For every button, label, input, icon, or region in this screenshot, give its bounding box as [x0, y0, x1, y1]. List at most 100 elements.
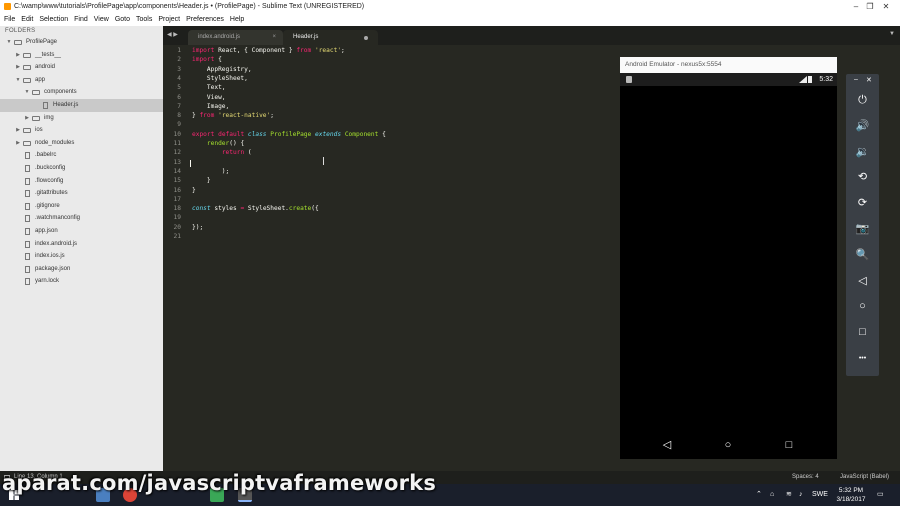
menu-goto[interactable]: Goto: [112, 14, 133, 26]
android-home-icon[interactable]: ○: [720, 437, 736, 453]
file-icon: [25, 227, 30, 235]
expanded-arrow-icon[interactable]: ▼: [15, 74, 21, 87]
code-token: default: [218, 130, 245, 138]
power-icon[interactable]: ⏻: [854, 92, 871, 109]
tree-file[interactable]: .buckconfig: [0, 162, 163, 175]
tree-file[interactable]: index.ios.js: [0, 250, 163, 263]
tree-file[interactable]: Header.js: [0, 98, 163, 112]
more-icon[interactable]: •••: [854, 350, 871, 367]
emulator-close-button[interactable]: ✕: [866, 76, 872, 84]
code-line: AppRegistry,: [192, 66, 252, 73]
tree-file[interactable]: yarn.lock: [0, 275, 163, 288]
tree-file[interactable]: index.android.js: [0, 238, 163, 251]
android-back-icon[interactable]: ◁: [659, 437, 675, 453]
volume-icon[interactable]: ♪: [799, 484, 803, 506]
menu-preferences[interactable]: Preferences: [183, 14, 227, 26]
back-icon[interactable]: ◁: [854, 273, 871, 290]
tree-folder[interactable]: ▶ ios: [0, 124, 163, 137]
menu-tools[interactable]: Tools: [133, 14, 155, 26]
folder-icon: [23, 140, 31, 146]
rotate-left-icon[interactable]: ⟲: [854, 169, 871, 186]
tree-folder[interactable]: ▼ app: [0, 74, 163, 87]
tree-folder[interactable]: ▶ __tests__: [0, 49, 163, 62]
unsaved-dot-icon[interactable]: [364, 36, 368, 40]
collapsed-arrow-icon[interactable]: ▶: [15, 61, 21, 74]
code-token: () {: [229, 140, 245, 147]
watermark: aparat.com/javascriptvaframeworks: [2, 471, 437, 495]
line-number: 11: [173, 140, 181, 147]
code-token: View,: [192, 93, 226, 101]
code-editor[interactable]: 1 import React, { Component } from 'react…: [163, 45, 620, 471]
zoom-icon[interactable]: 🔍: [854, 247, 871, 264]
collapsed-arrow-icon[interactable]: ▶: [15, 124, 21, 137]
code-line: render() {: [192, 140, 244, 147]
home-icon[interactable]: ○: [854, 298, 871, 315]
line-number: 18: [173, 205, 181, 213]
network-icon[interactable]: ⌂: [770, 484, 774, 506]
emulator-title: Android Emulator - nexus5x:5554: [620, 57, 837, 73]
tab-dropdown-icon[interactable]: ▼: [889, 31, 895, 37]
tray-chevron-icon[interactable]: ⌃: [756, 484, 762, 506]
android-status-bar: 5:32: [620, 73, 837, 86]
tree-file[interactable]: .gitattributes: [0, 187, 163, 200]
expanded-arrow-icon[interactable]: ▼: [6, 36, 12, 49]
menu-find[interactable]: Find: [71, 14, 91, 26]
code-token: }: [192, 186, 196, 194]
taskbar-clock[interactable]: 5:32 PM 3/18/2017: [836, 486, 866, 504]
tree-file[interactable]: app.json: [0, 225, 163, 238]
menu-project[interactable]: Project: [155, 14, 183, 26]
menu-selection[interactable]: Selection: [36, 14, 71, 26]
line-number: 9: [177, 121, 181, 129]
line-number: 6: [177, 93, 181, 101]
wifi-icon[interactable]: ≋: [786, 484, 792, 506]
overview-icon[interactable]: □: [854, 324, 871, 341]
volume-down-icon[interactable]: 🔉: [854, 144, 871, 161]
line-number: 2: [177, 56, 181, 64]
volume-up-icon[interactable]: 🔊: [854, 118, 871, 135]
collapsed-arrow-icon[interactable]: ▶: [15, 49, 21, 62]
tree-folder[interactable]: ▶ img: [0, 112, 163, 125]
camera-icon[interactable]: 📷: [854, 221, 871, 238]
expanded-arrow-icon[interactable]: ▼: [24, 86, 30, 99]
menu-help[interactable]: Help: [227, 14, 247, 26]
tree-file[interactable]: package.json: [0, 263, 163, 276]
tab-header-js[interactable]: Header.js: [283, 30, 378, 45]
notification-icon[interactable]: ▭: [877, 484, 884, 506]
tree-folder[interactable]: ▶ node_modules: [0, 137, 163, 150]
menu-file[interactable]: File: [0, 14, 18, 26]
code-line: import React, { Component } from 'react'…: [192, 47, 345, 54]
tree-folder[interactable]: ▼ ProfilePage: [0, 36, 163, 49]
tab-scroll-arrows[interactable]: ◀ ▶: [167, 31, 178, 38]
android-emulator-screen[interactable]: Android Emulator - nexus5x:5554 5:32 ◁ ○…: [620, 57, 837, 459]
folders-header: FOLDERS: [5, 28, 36, 34]
tree-item-label: .flowconfig: [35, 177, 64, 184]
tree-file[interactable]: .gitignore: [0, 200, 163, 213]
code-token: (: [244, 149, 252, 157]
clock-time: 5:32 PM: [838, 487, 864, 494]
line-number: 5: [177, 84, 181, 92]
indentation-setting[interactable]: Spaces: 4: [792, 471, 819, 484]
rotate-right-icon[interactable]: ⟳: [854, 195, 871, 212]
emulator-minimize-button[interactable]: –: [854, 76, 858, 83]
tree-folder[interactable]: ▼ components: [0, 86, 163, 99]
file-icon: [25, 265, 30, 273]
collapsed-arrow-icon[interactable]: ▶: [24, 112, 30, 125]
tree-file[interactable]: .babelrc: [0, 149, 163, 162]
tree-file[interactable]: .watchmanconfig: [0, 212, 163, 225]
menu-view[interactable]: View: [91, 14, 112, 26]
tab-index-android[interactable]: index.android.js ×: [188, 30, 283, 45]
code-line: });: [192, 224, 203, 231]
input-language[interactable]: SWE: [812, 484, 828, 506]
android-recents-icon[interactable]: □: [781, 437, 797, 453]
collapsed-arrow-icon[interactable]: ▶: [15, 137, 21, 150]
tree-file[interactable]: .flowconfig: [0, 175, 163, 188]
menu-edit[interactable]: Edit: [18, 14, 36, 26]
sublime-window: C:\wamp\www\tutorials\ProfilePage\app\co…: [0, 0, 900, 484]
code-line: import {: [192, 56, 222, 63]
tree-folder[interactable]: ▶ android: [0, 61, 163, 74]
line-number: 17: [173, 195, 181, 203]
close-button[interactable]: ✕: [872, 0, 900, 14]
syntax-setting[interactable]: JavaScript (Babel): [840, 471, 889, 484]
tab-close-icon[interactable]: ×: [272, 30, 276, 45]
